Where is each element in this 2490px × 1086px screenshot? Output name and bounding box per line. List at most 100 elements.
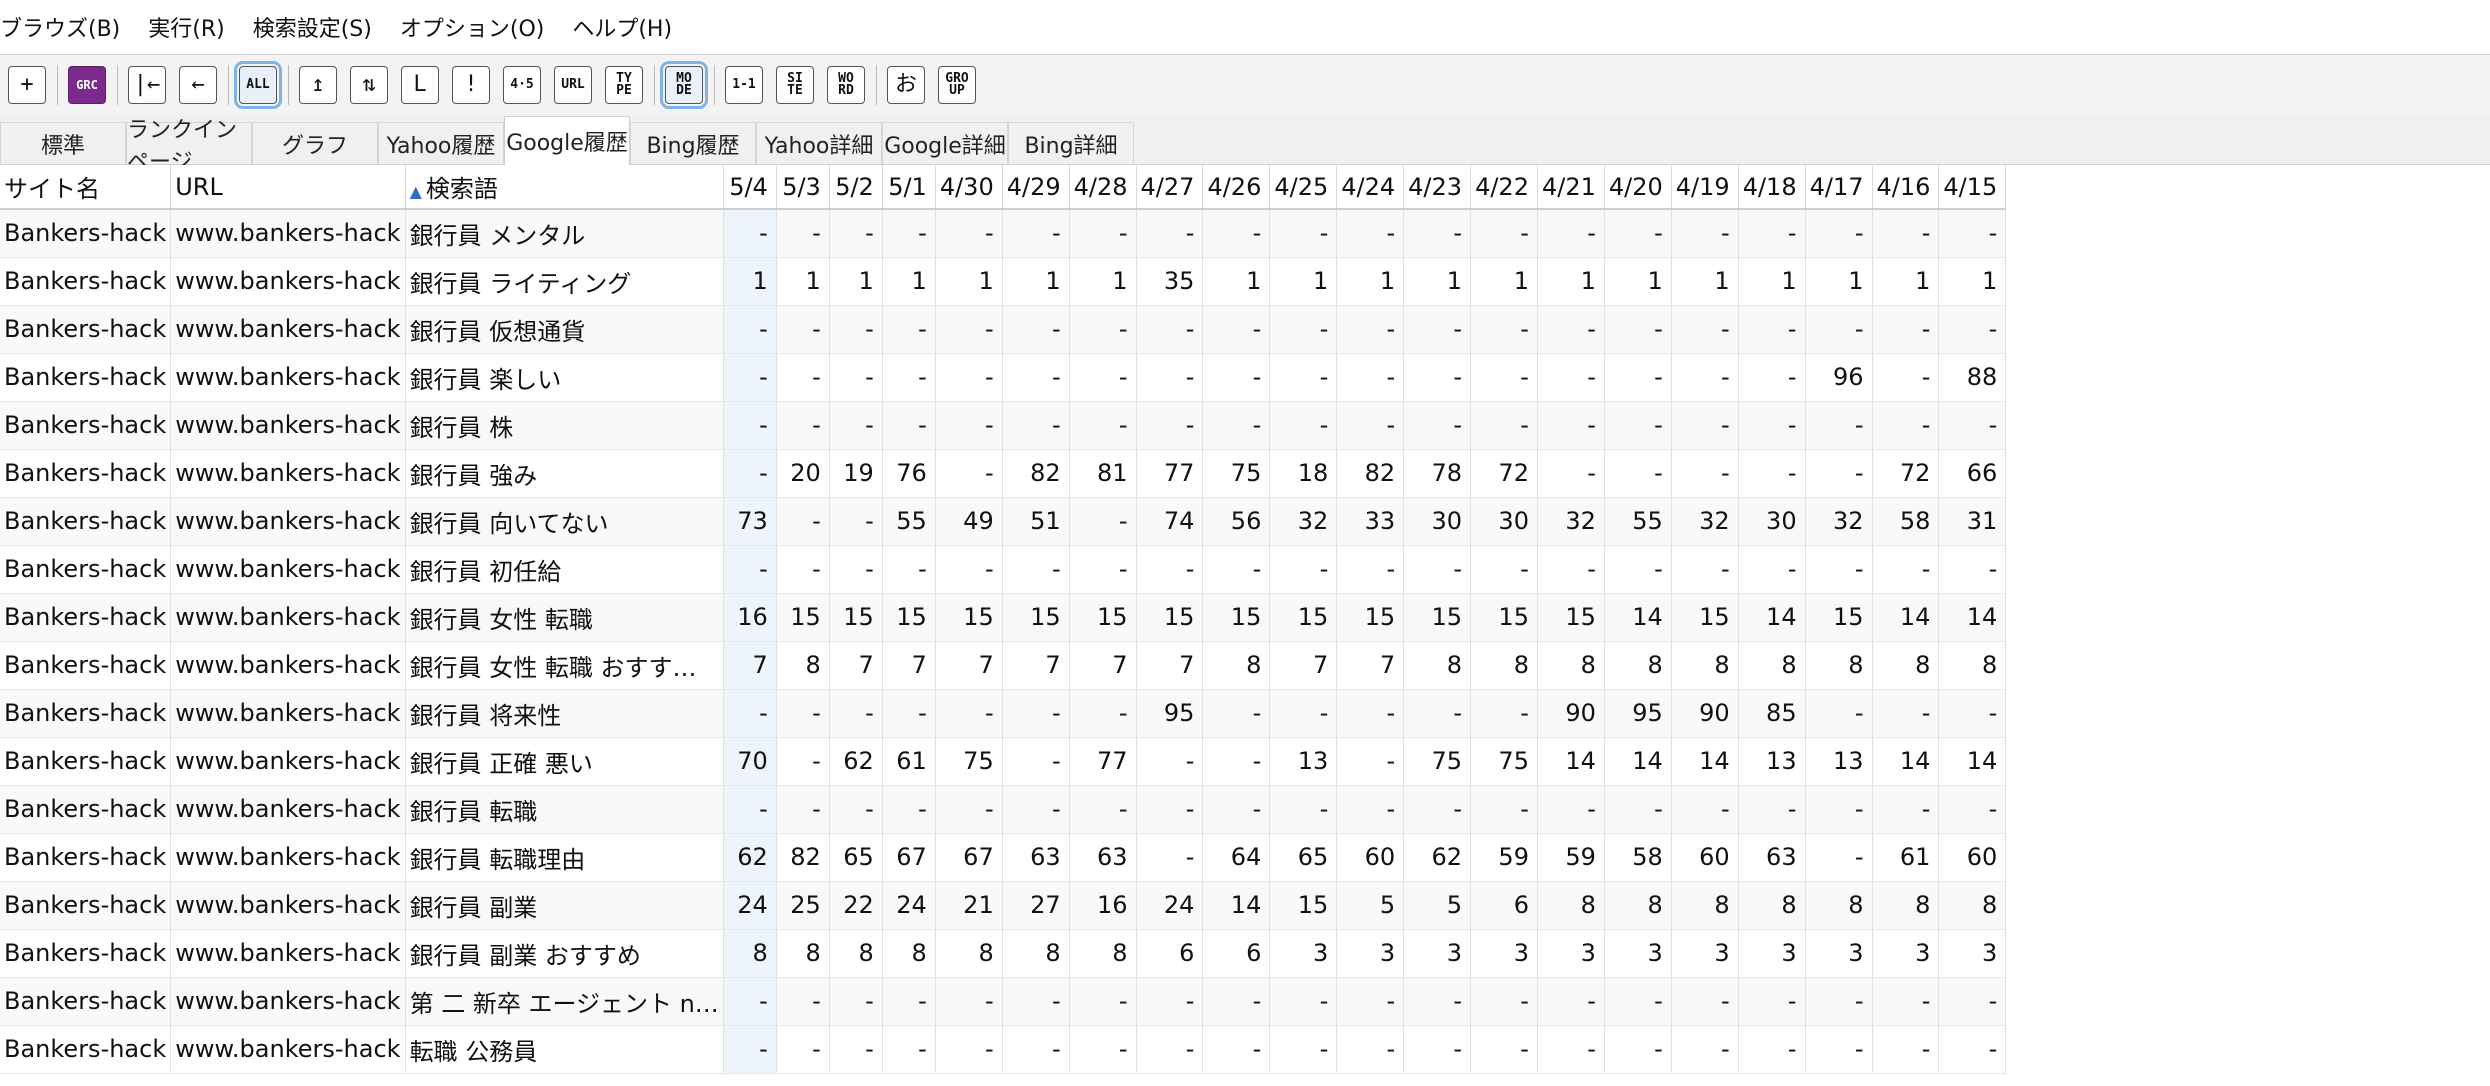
table-cell[interactable]: - (1604, 449, 1672, 498)
table-cell[interactable]: - (1738, 977, 1806, 1026)
table-cell[interactable]: Bankers-hack (0, 881, 172, 930)
table-cell[interactable]: - (1537, 785, 1605, 834)
table-cell[interactable]: - (723, 689, 777, 738)
table-cell[interactable]: 8 (1202, 641, 1271, 690)
table-cell[interactable]: 77 (1136, 449, 1204, 498)
table-cell[interactable]: 13 (1269, 737, 1338, 786)
table-cell[interactable]: 8 (935, 929, 1003, 978)
table-row[interactable]: Bankers-hack www.bankers-hack 銀行員 将来性 - - - - -… (0, 689, 2007, 738)
table-cell[interactable]: - (1738, 545, 1806, 594)
up-button[interactable]: ↥ (299, 65, 337, 104)
table-cell[interactable]: www.bankers-hack (170, 401, 406, 450)
table-cell[interactable]: - (935, 1025, 1003, 1074)
table-cell[interactable]: 63 (1069, 833, 1137, 882)
table-cell[interactable]: 8 (776, 641, 830, 690)
table-cell[interactable]: 8 (1537, 641, 1605, 690)
table-cell[interactable]: 6 (1136, 929, 1204, 978)
column-header-8[interactable]: 4/29 (1002, 165, 1070, 210)
o-button[interactable]: お (887, 65, 925, 104)
table-cell[interactable]: - (1069, 353, 1137, 402)
table-cell[interactable]: 8 (1938, 881, 2007, 930)
table-cell[interactable]: 8 (1671, 641, 1739, 690)
table-cell[interactable]: - (1202, 785, 1271, 834)
column-header-21[interactable]: 4/16 (1872, 165, 1940, 210)
table-cell[interactable]: 61 (1872, 833, 1940, 882)
table-cell[interactable]: - (1269, 305, 1338, 354)
table-cell[interactable]: - (1537, 401, 1605, 450)
column-header-6[interactable]: 5/1 (882, 165, 936, 210)
table-cell[interactable]: www.bankers-hack (170, 929, 406, 978)
table-cell[interactable]: - (1738, 785, 1806, 834)
table-row[interactable]: Bankers-hack www.bankers-hack 転職 公務員 - - - - - -… (0, 1025, 2007, 1074)
table-cell[interactable]: 7 (882, 641, 936, 690)
menu-item-1[interactable]: 実行(R) (134, 11, 238, 43)
table-cell[interactable]: - (1604, 305, 1672, 354)
table-cell[interactable]: - (1002, 785, 1070, 834)
table-cell[interactable]: 14 (1202, 881, 1271, 930)
table-cell[interactable]: - (1872, 401, 1940, 450)
table-row[interactable]: Bankers-hack www.bankers-hack 銀行員 女性 転職 16 1… (0, 593, 2007, 642)
table-cell[interactable]: - (723, 449, 777, 498)
table-cell[interactable]: 75 (1470, 737, 1538, 786)
column-header-0[interactable]: サイト名 (0, 165, 172, 210)
table-cell[interactable]: 14 (1671, 737, 1739, 786)
table-cell[interactable]: - (1805, 1025, 1873, 1074)
column-header-10[interactable]: 4/27 (1136, 165, 1204, 210)
table-cell[interactable]: 1 (1938, 257, 2007, 306)
table-cell[interactable]: 8 (1069, 929, 1137, 978)
table-cell[interactable]: 8 (1805, 881, 1873, 930)
table-cell[interactable]: www.bankers-hack (170, 545, 406, 594)
table-cell[interactable]: 1 (1805, 257, 1873, 306)
tab-6[interactable]: Yahoo詳細 (756, 122, 882, 164)
table-cell[interactable]: - (829, 1025, 883, 1074)
table-cell[interactable]: 7 (1002, 641, 1070, 690)
table-cell[interactable]: Bankers-hack (0, 497, 172, 546)
column-header-16[interactable]: 4/21 (1537, 165, 1605, 210)
table-cell[interactable]: 銀行員 将来性 (405, 689, 724, 738)
table-cell[interactable]: 3 (1671, 929, 1739, 978)
table-cell[interactable]: 15 (882, 593, 936, 642)
table-row[interactable]: Bankers-hack www.bankers-hack 銀行員 強み -20 19 7… (0, 449, 2007, 498)
table-cell[interactable]: 75 (1403, 737, 1472, 786)
table-cell[interactable]: 14 (1938, 593, 2007, 642)
table-cell[interactable]: 7 (1336, 641, 1405, 690)
table-cell[interactable]: - (829, 977, 883, 1026)
table-cell[interactable]: - (1136, 545, 1204, 594)
table-cell[interactable]: - (829, 305, 883, 354)
table-cell[interactable]: - (1470, 785, 1538, 834)
table-cell[interactable]: Bankers-hack (0, 641, 172, 690)
table-cell[interactable]: - (723, 1025, 777, 1074)
table-row[interactable]: Bankers-hack www.bankers-hack 銀行員 向いてない 73-… (0, 497, 2007, 546)
table-cell[interactable]: - (1872, 1025, 1940, 1074)
table-cell[interactable]: 5 (1403, 881, 1472, 930)
table-cell[interactable]: 8 (1403, 641, 1472, 690)
table-cell[interactable]: 15 (1336, 593, 1405, 642)
table-row[interactable]: Bankers-hack www.bankers-hack 銀行員 株-------… (0, 401, 2007, 450)
table-cell[interactable]: - (1403, 401, 1472, 450)
table-cell[interactable]: - (1604, 353, 1672, 402)
table-cell[interactable]: 1 (776, 257, 830, 306)
table-cell[interactable]: 96 (1805, 353, 1873, 402)
column-header-11[interactable]: 4/26 (1202, 165, 1271, 210)
table-cell[interactable]: 82 (1002, 449, 1070, 498)
menu-item-4[interactable]: ヘルプ(H) (558, 11, 686, 43)
table-cell[interactable]: - (723, 545, 777, 594)
column-header-9[interactable]: 4/28 (1069, 165, 1137, 210)
table-cell[interactable]: 15 (935, 593, 1003, 642)
45-button[interactable]: 4·5 (503, 65, 541, 104)
table-cell[interactable]: 1 (1002, 257, 1070, 306)
table-cell[interactable]: 8 (1537, 881, 1605, 930)
table-cell[interactable]: 1 (1269, 257, 1338, 306)
table-cell[interactable]: 78 (1403, 449, 1472, 498)
table-cell[interactable]: - (1805, 689, 1873, 738)
table-cell[interactable]: - (1604, 545, 1672, 594)
table-cell[interactable]: - (1002, 689, 1070, 738)
table-cell[interactable]: - (1872, 689, 1940, 738)
table-cell[interactable]: Bankers-hack (0, 977, 172, 1026)
table-cell[interactable]: - (1738, 401, 1806, 450)
table-cell[interactable]: - (1136, 977, 1204, 1026)
table-cell[interactable]: - (1671, 1025, 1739, 1074)
table-cell[interactable]: 8 (723, 929, 777, 978)
table-cell[interactable]: 32 (1269, 497, 1338, 546)
table-cell[interactable]: - (1269, 209, 1338, 258)
